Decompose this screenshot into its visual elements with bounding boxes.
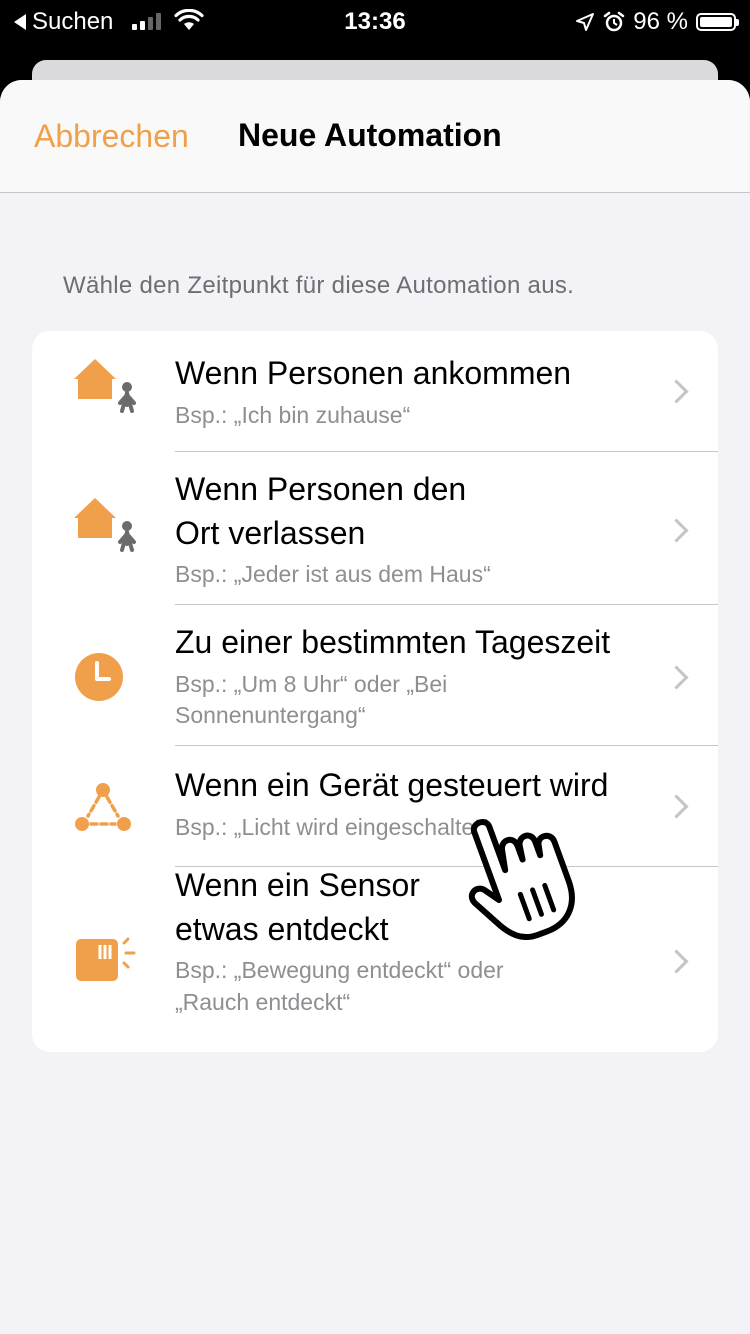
list-item-sensor-detects[interactable]: Wenn ein Sensor etwas entdeckt Bsp.: „Be… [32, 867, 718, 1052]
item-title-line2: etwas entdeckt [175, 911, 389, 947]
accessory-triangle-icon [75, 783, 131, 831]
page-title: Neue Automation [238, 117, 502, 153]
home-arrive-icon [74, 359, 136, 413]
chevron-right-icon [664, 518, 689, 543]
item-subtitle-line2: „Rauch entdeckt“ [175, 989, 351, 1015]
trigger-list: Wenn Personen ankommen Bsp.: „Ich bin zu… [32, 331, 718, 1052]
item-title: Zu einer bestimmten Tageszeit [175, 624, 611, 660]
modal-sheet: Abbrechen Neue Automation Wähle den Zeit… [0, 80, 750, 1334]
item-title-line1: Wenn Personen den [175, 471, 467, 507]
chevron-right-icon [664, 949, 689, 974]
item-title-line2: Ort verlassen [175, 515, 366, 551]
item-title: Wenn Personen ankommen [175, 355, 572, 391]
battery-icon [696, 13, 739, 31]
sensor-icon [76, 937, 136, 981]
item-title-line1: Wenn ein Sensor [175, 867, 420, 903]
item-subtitle-line2: Sonnenuntergang“ [175, 702, 366, 728]
status-bar: Suchen 13:36 96 % [0, 0, 750, 44]
list-item-accessory-controlled[interactable]: Wenn ein Gerät gesteuert wird Bsp.: „Lic… [32, 746, 718, 866]
chevron-right-icon [664, 379, 689, 404]
item-subtitle-line1: Bsp.: „Bewegung entdeckt“ oder [175, 957, 504, 983]
list-item-people-leave[interactable]: Wenn Personen den Ort verlassen Bsp.: „J… [32, 452, 718, 604]
hand-pointer-icon [468, 819, 575, 940]
list-item-people-arrive[interactable]: Wenn Personen ankommen Bsp.: „Ich bin zu… [32, 331, 718, 451]
cancel-button[interactable]: Abbrechen [34, 118, 189, 155]
item-subtitle: Bsp.: „Jeder ist aus dem Haus“ [175, 561, 491, 587]
chevron-right-icon [664, 794, 689, 819]
item-subtitle: Bsp.: „Licht wird eingeschaltet“ [175, 814, 489, 840]
chevron-right-icon [664, 665, 689, 690]
navigation-bar: Abbrechen Neue Automation [0, 80, 750, 193]
battery-percent: 96 % [633, 8, 688, 35]
item-subtitle-line1: Bsp.: „Um 8 Uhr“ oder „Bei [175, 671, 448, 697]
alarm-icon [604, 11, 625, 32]
location-arrow-icon [576, 13, 595, 31]
section-header: Wähle den Zeitpunkt für diese Automation… [63, 272, 575, 299]
home-leave-icon [74, 498, 136, 552]
item-subtitle: Bsp.: „Ich bin zuhause“ [175, 402, 411, 428]
list-item-time-of-day[interactable]: Zu einer bestimmten Tageszeit Bsp.: „Um … [32, 605, 718, 745]
clock-icon [75, 653, 123, 701]
